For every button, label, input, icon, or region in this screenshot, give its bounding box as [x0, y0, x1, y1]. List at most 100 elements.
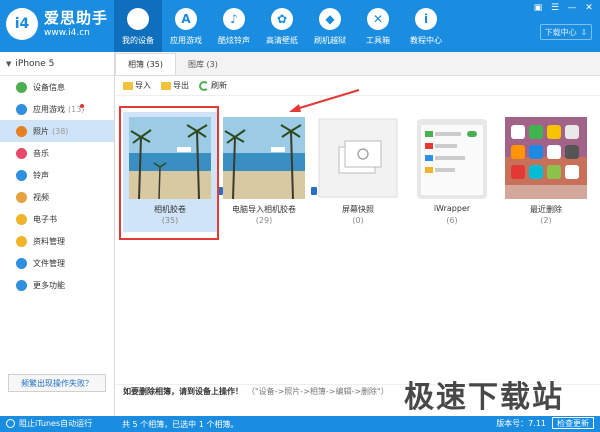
nav-item-2[interactable]: ♪ 酷炫铃声: [210, 0, 258, 52]
import-label: 导入: [135, 81, 151, 90]
refresh-icon: [199, 80, 209, 91]
sidebar-item-icon: [16, 257, 27, 269]
sidebar-item-label: 更多功能: [33, 280, 65, 290]
toggle-circle-icon: [6, 419, 15, 428]
sidebar-item-2[interactable]: 照片 (38): [0, 120, 114, 142]
selection-highlight-frame: [119, 106, 219, 240]
nav-label: 高清壁纸: [266, 36, 298, 45]
flower-icon: ✿: [271, 8, 293, 30]
album-thumbnail-beach: [223, 117, 305, 199]
album-name: iWrapper: [433, 204, 471, 213]
folder-import-icon: [123, 81, 133, 90]
sidebar-item-icon: [16, 191, 27, 203]
bell-icon: ♪: [223, 8, 245, 30]
version-label: 版本号：7.11: [496, 418, 546, 428]
sidebar-item-0[interactable]: 设备信息: [0, 76, 114, 98]
operation-failure-help-link[interactable]: 频繁出现操作失败？: [8, 374, 106, 392]
album-pc-imported[interactable]: 电脑导入相机胶卷 (29): [217, 112, 311, 232]
notice-bold: 如要删除相簿，请到设备上操作！: [123, 387, 243, 396]
annotation-arrow: [289, 89, 360, 112]
skin-icon[interactable]: ▣: [531, 2, 545, 14]
sidebar-item-label: 应用游戏: [33, 104, 65, 114]
minimize-button[interactable]: —: [565, 2, 579, 14]
sidebar-item-4[interactable]: 铃声: [0, 164, 114, 186]
apple-icon: [127, 8, 149, 30]
sidebar-item-7[interactable]: 资料管理: [0, 230, 114, 252]
nav-label: 酷炫铃声: [218, 36, 250, 45]
nav-item-0[interactable]: 我的设备: [114, 0, 162, 52]
sidebar-item-9[interactable]: 更多功能: [0, 274, 114, 296]
status-bar: 阻止iTunes自动运行 共 5 个相簿，已选中 1 个相簿。 版本号：7.11…: [0, 416, 600, 432]
sidebar-item-icon: [16, 235, 27, 247]
phone-small-icon: [311, 187, 317, 195]
nav-item-6[interactable]: i 教程中心: [402, 0, 450, 52]
album-count: (29): [255, 216, 273, 225]
export-button[interactable]: 导出: [161, 80, 189, 91]
device-selector[interactable]: ▼ iPhone 5: [0, 52, 114, 76]
album-name: 电脑导入相机胶卷: [232, 205, 296, 214]
info-icon: i: [415, 8, 437, 30]
album-count: (2): [540, 216, 552, 225]
folder-export-icon: [161, 81, 171, 90]
device-name: iPhone 5: [15, 58, 55, 69]
sidebar-item-5[interactable]: 视频: [0, 186, 114, 208]
sidebar-item-1[interactable]: 应用游戏 (13): [0, 98, 114, 120]
nav-item-5[interactable]: ✕ 工具箱: [354, 0, 402, 52]
check-update-button[interactable]: 检查更新: [552, 417, 594, 429]
tab-bar: 相簿 (35) 图库 (3): [115, 52, 600, 76]
app-url: www.i4.cn: [44, 28, 90, 38]
album-thumbnail-empty: [317, 117, 399, 199]
album-thumbnail-homescreen: [505, 117, 587, 199]
nav-label: 应用游戏: [170, 36, 202, 45]
nav-label: 刷机越狱: [314, 36, 346, 45]
sidebar-item-icon: [16, 81, 27, 93]
download-center-label: 下载中心: [544, 27, 577, 37]
tab-library[interactable]: 图库 (3): [176, 53, 230, 75]
sidebar: ▼ iPhone 5 设备信息 应用游戏 (13) 照片 (38) 音乐 铃声 视频 电子书 资料…: [0, 52, 115, 416]
caret-down-icon: ▼: [6, 59, 12, 68]
sidebar-item-label: 铃声: [33, 170, 49, 180]
main-panel: 相簿 (35) 图库 (3) 导入 导出 刷新 相机胶卷 (35) 电脑导入相机…: [115, 52, 600, 416]
sidebar-item-6[interactable]: 电子书: [0, 208, 114, 230]
sidebar-item-label: 照片: [33, 126, 49, 136]
import-button[interactable]: 导入: [123, 80, 151, 91]
app-name: 爱思助手: [44, 9, 109, 27]
sidebar-item-label: 资料管理: [33, 236, 65, 246]
sidebar-item-8[interactable]: 文件管理: [0, 252, 114, 274]
watermark-text: 极速下载站: [404, 380, 564, 415]
nav-label: 教程中心: [410, 36, 442, 45]
sidebar-item-3[interactable]: 音乐: [0, 142, 114, 164]
nav-item-4[interactable]: ◆ 刷机越狱: [306, 0, 354, 52]
refresh-button[interactable]: 刷新: [199, 80, 227, 91]
selection-status: 共 5 个相簿，已选中 1 个相簿。: [122, 420, 239, 429]
download-center-button[interactable]: 下载中心 ⇩: [540, 24, 592, 40]
sidebar-item-label: 电子书: [33, 214, 57, 224]
album-iwrapper[interactable]: iWrapper (6): [405, 112, 499, 232]
nav-item-3[interactable]: ✿ 高清壁纸: [258, 0, 306, 52]
nav-item-1[interactable]: A 应用游戏: [162, 0, 210, 52]
sidebar-item-icon: [16, 213, 27, 225]
nav-label: 工具箱: [366, 36, 390, 45]
notice-path: （"设备->照片->相簿->编辑->删除"）: [247, 387, 389, 396]
sidebar-item-count: (38): [52, 126, 69, 136]
album-recently-deleted[interactable]: 最近删除 (2): [499, 112, 593, 232]
download-icon: ⇩: [580, 27, 588, 37]
app-logo: i4 爱思助手 www.i4.cn: [6, 8, 108, 40]
top-bar: i4 爱思助手 www.i4.cn 我的设备 A 应用游戏 ♪ 酷炫铃声 ✿ 高清壁纸 ◆ 刷机…: [0, 0, 600, 52]
sidebar-item-icon: [16, 169, 27, 181]
sidebar-item-label: 音乐: [33, 148, 49, 158]
close-button[interactable]: ✕: [582, 2, 596, 14]
album-thumbnail-settings: [411, 117, 493, 199]
main-nav: 我的设备 A 应用游戏 ♪ 酷炫铃声 ✿ 高清壁纸 ◆ 刷机越狱 ✕ 工具箱 i 教程中心: [114, 0, 450, 52]
sidebar-item-icon: [16, 279, 27, 291]
sidebar-item-label: 设备信息: [33, 82, 65, 92]
appstore-icon: A: [175, 8, 197, 30]
tab-albums[interactable]: 相簿 (35): [115, 53, 176, 75]
album-screenshots[interactable]: 屏幕快照 (0): [311, 112, 405, 232]
menu-icon[interactable]: ☰: [548, 2, 562, 14]
block-itunes-toggle[interactable]: 阻止iTunes自动运行: [6, 418, 92, 429]
sidebar-item-icon: [16, 147, 27, 159]
sidebar-item-label: 视频: [33, 192, 49, 202]
album-count: (6): [446, 216, 458, 225]
tools-icon: ✕: [367, 8, 389, 30]
